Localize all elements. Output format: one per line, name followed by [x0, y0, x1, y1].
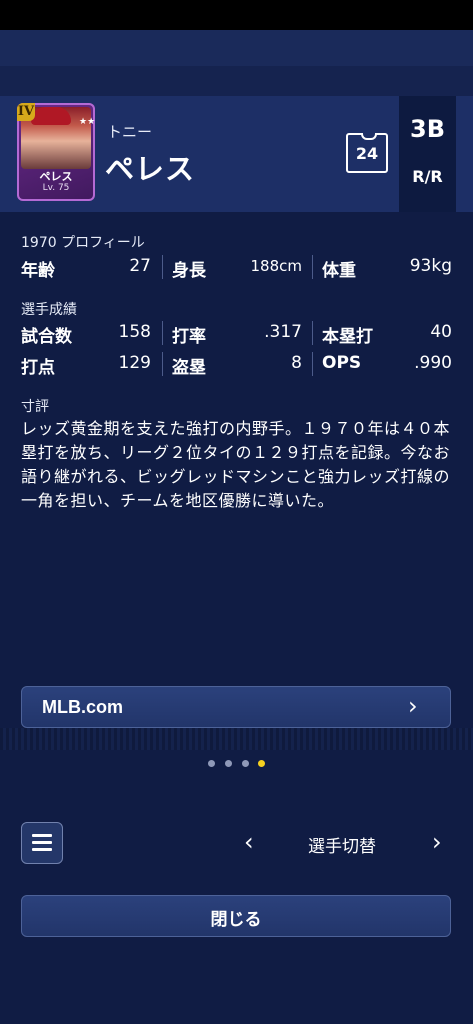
record-label: 選手成績	[21, 302, 77, 318]
stat-value-games: 158	[118, 322, 151, 342]
profile-label: 1970 プロフィール	[21, 235, 145, 251]
page-dot-active[interactable]	[258, 760, 265, 767]
divider	[312, 352, 313, 376]
stat-value-age: 27	[129, 256, 151, 276]
review-text: レッズ黄金期を支えた強打の内野手。１９７０年は４０本塁打を放ち、リーグ２位タイの…	[21, 419, 451, 510]
card-stars: ★★★★★	[79, 117, 95, 127]
player-position: 3B	[410, 115, 445, 143]
stat-label-age: 年齢	[21, 261, 55, 281]
previous-player-button[interactable]: ‹	[244, 828, 254, 856]
page-dot[interactable]	[208, 760, 215, 767]
player-handedness: R/R	[412, 167, 443, 186]
player-last-name: ペレス	[105, 152, 196, 186]
header-edge	[456, 96, 473, 212]
card-tier-badge: IV	[17, 103, 35, 121]
review-label: 寸評	[21, 399, 49, 415]
stat-value-weight: 93kg	[409, 256, 452, 276]
next-player-button[interactable]: ›	[432, 828, 442, 856]
section-divider	[0, 728, 473, 750]
stat-value-rbi: 129	[118, 353, 151, 373]
card-player-name: ペレス	[39, 170, 73, 183]
page-dot[interactable]	[225, 760, 232, 767]
stat-label-sb: 盗塁	[172, 358, 206, 378]
stat-value-avg: .317	[264, 322, 302, 342]
stat-label-games: 試合数	[21, 327, 72, 347]
status-bar	[0, 0, 473, 30]
stat-label-hr: 本塁打	[322, 327, 373, 347]
page-dot[interactable]	[242, 760, 249, 767]
divider	[162, 321, 163, 345]
stat-label-height: 身長	[172, 261, 206, 281]
player-cap	[31, 107, 71, 125]
player-switch-label: 選手切替	[308, 837, 376, 857]
position-panel	[399, 96, 456, 212]
menu-button[interactable]	[21, 822, 63, 864]
divider	[162, 255, 163, 279]
top-band-2	[0, 66, 473, 96]
top-band	[0, 30, 473, 66]
stat-value-sb: 8	[291, 353, 302, 373]
player-card[interactable]: IV ★★★★★ ペレス Lv. 75	[17, 103, 95, 201]
menu-icon	[32, 833, 52, 853]
divider	[162, 352, 163, 376]
close-button-label: 閉じる	[210, 910, 262, 930]
divider	[312, 321, 313, 345]
stat-value-ops: .990	[414, 353, 452, 373]
stat-label-weight: 体重	[322, 261, 356, 281]
stat-value-hr: 40	[430, 322, 452, 342]
card-level: Lv. 75	[42, 183, 70, 193]
divider	[312, 255, 313, 279]
jersey-number: 24	[355, 144, 379, 163]
stat-label-avg: 打率	[172, 327, 206, 347]
stat-label-rbi: 打点	[21, 358, 55, 378]
stat-label-ops: OPS	[322, 353, 362, 373]
player-first-name: トニー	[107, 123, 153, 141]
stat-value-height: 188cm	[250, 257, 303, 275]
mlb-link-label: MLB.com	[42, 697, 123, 717]
chevron-right-icon: ›	[408, 692, 418, 720]
